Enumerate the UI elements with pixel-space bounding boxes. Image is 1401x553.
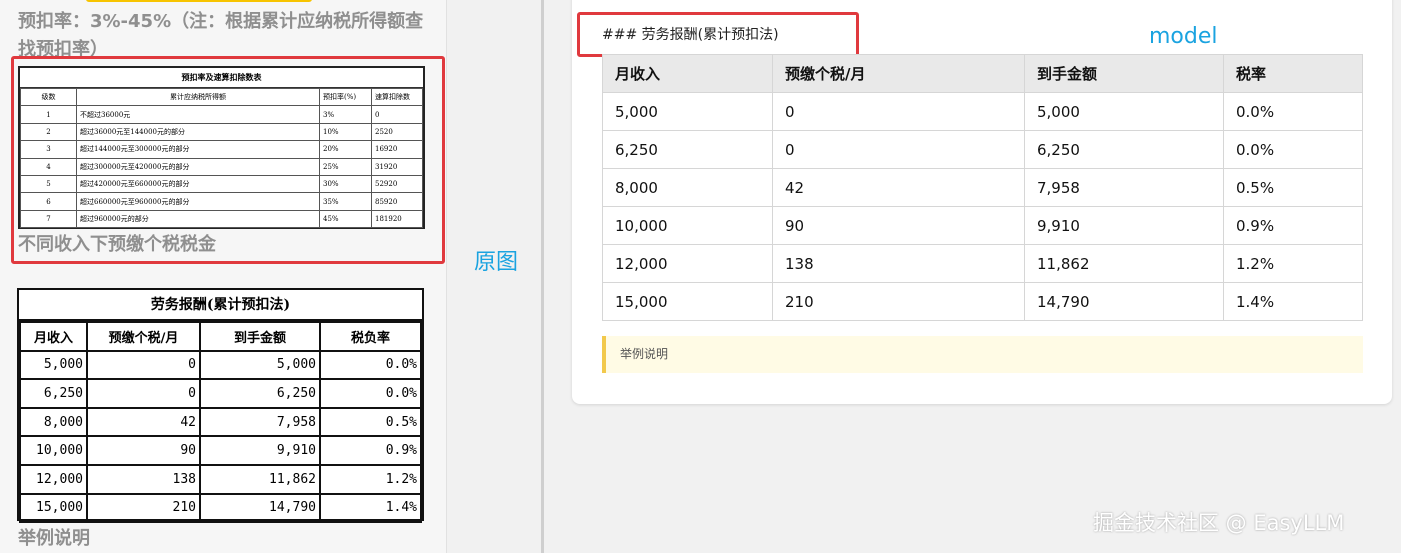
model-table-cell: 14,790 xyxy=(1024,282,1224,321)
model-label: model xyxy=(1149,24,1218,49)
original-payroll-cell: 5,000 xyxy=(199,349,321,381)
model-table-cell: 0.9% xyxy=(1223,206,1363,245)
model-table-cell: 6,250 xyxy=(1024,130,1224,169)
model-table-cell: 0 xyxy=(772,130,1025,169)
original-payroll-cell: 10,000 xyxy=(19,435,88,466)
model-table-header-cell: 到手金额 xyxy=(1024,54,1224,93)
highlight-bar xyxy=(86,0,312,2)
original-payroll-cell: 0.0% xyxy=(319,349,422,381)
original-payroll-grid: 月收入 预缴个税/月 到手金额 税负率 5,000 0 5,000 0.0% 6,250… xyxy=(19,321,422,524)
model-table-cell: 0.5% xyxy=(1223,168,1363,207)
model-table-cell: 5,000 xyxy=(602,92,773,131)
original-payroll-row: 8,000 42 7,958 0.5% xyxy=(19,406,422,438)
original-payroll-header-row: 月收入 预缴个税/月 到手金额 税负率 xyxy=(19,321,422,352)
model-table-cell: 138 xyxy=(772,244,1025,283)
model-table-cell: 0 xyxy=(772,92,1025,131)
model-table-header-row: 月收入 预缴个税/月 到手金额 税率 xyxy=(602,54,1363,93)
original-payroll-cell: 90 xyxy=(86,435,201,466)
original-payroll-cell: 0.9% xyxy=(319,435,422,466)
panel-divider xyxy=(541,0,544,553)
original-payroll-cell: 1.2% xyxy=(319,463,422,495)
original-payroll-row: 10,000 90 9,910 0.9% xyxy=(19,435,422,466)
original-payroll-cell: 9,910 xyxy=(199,435,321,466)
model-table-header-cell: 月收入 xyxy=(602,54,773,93)
original-payroll-row: 5,000 0 5,000 0.0% xyxy=(19,349,422,381)
model-table-row: 6,250 0 6,250 0.0% xyxy=(602,130,1363,169)
model-table-header-cell: 预缴个税/月 xyxy=(772,54,1025,93)
model-table-cell: 15,000 xyxy=(602,282,773,321)
model-table-cell: 42 xyxy=(772,168,1025,207)
model-table-header-cell: 税率 xyxy=(1223,54,1363,93)
model-table-cell: 8,000 xyxy=(602,168,773,207)
original-payroll-cell: 15,000 xyxy=(19,492,88,524)
original-payroll-cell: 8,000 xyxy=(19,406,88,438)
model-table-cell: 10,000 xyxy=(602,206,773,245)
model-table: 月收入 预缴个税/月 到手金额 税率 5,000 0 5,000 0.0% 6,250 0… xyxy=(602,54,1363,321)
model-table-row: 12,000 138 11,862 1.2% xyxy=(602,244,1363,283)
original-payroll-cell: 7,958 xyxy=(199,406,321,438)
model-table-row: 15,000 210 14,790 1.4% xyxy=(602,282,1363,321)
original-image-panel: 预扣率：3%-45%（注：根据累计应纳税所得额查找预扣率） 预扣率及速算扣除数表… xyxy=(0,0,447,553)
original-payroll-header-cell: 到手金额 xyxy=(199,321,321,352)
original-subheading: 不同收入下预缴个税税金 xyxy=(18,234,216,255)
original-payroll-cell: 12,000 xyxy=(19,463,88,495)
model-table-row: 5,000 0 5,000 0.0% xyxy=(602,92,1363,131)
model-table-cell: 5,000 xyxy=(1024,92,1224,131)
original-payroll-title: 劳务报酬(累计预扣法) xyxy=(19,290,422,321)
original-payroll-row: 6,250 0 6,250 0.0% xyxy=(19,378,422,409)
original-payroll-cell: 6,250 xyxy=(199,378,321,409)
original-payroll-cell: 6,250 xyxy=(19,378,88,409)
original-payroll-cell: 0.0% xyxy=(319,378,422,409)
original-payroll-cell: 0.5% xyxy=(319,406,422,438)
model-markdown-heading: ### 劳务报酬(累计预扣法) xyxy=(602,27,779,43)
model-blockquote: 举例说明 xyxy=(602,336,1363,373)
model-table-cell: 1.4% xyxy=(1223,282,1363,321)
original-payroll-cell: 11,862 xyxy=(199,463,321,495)
original-payroll-row: 12,000 138 11,862 1.2% xyxy=(19,463,422,495)
model-table-cell: 6,250 xyxy=(602,130,773,169)
model-table-cell: 210 xyxy=(772,282,1025,321)
model-table-cell: 1.2% xyxy=(1223,244,1363,283)
model-table-cell: 11,862 xyxy=(1024,244,1224,283)
original-payroll-table: 劳务报酬(累计预扣法) 月收入 预缴个税/月 到手金额 税负率 5,000 0 5,… xyxy=(17,288,424,524)
original-payroll-cell: 1.4% xyxy=(319,492,422,524)
original-payroll-cell: 138 xyxy=(86,463,201,495)
original-payroll-cell: 5,000 xyxy=(19,349,88,381)
model-table-cell: 90 xyxy=(772,206,1025,245)
original-payroll-cell: 42 xyxy=(86,406,201,438)
original-footer: 举例说明 xyxy=(18,528,90,549)
model-table-row: 10,000 90 9,910 0.9% xyxy=(602,206,1363,245)
original-payroll-row: 15,000 210 14,790 1.4% xyxy=(19,492,422,524)
model-table-cell: 7,958 xyxy=(1024,168,1224,207)
original-payroll-cell: 0 xyxy=(86,378,201,409)
model-table-row: 8,000 42 7,958 0.5% xyxy=(602,168,1363,207)
model-table-cell: 0.0% xyxy=(1223,92,1363,131)
original-payroll-header-cell: 月收入 xyxy=(19,321,88,352)
model-table-cell: 0.0% xyxy=(1223,130,1363,169)
original-payroll-header-cell: 税负率 xyxy=(319,321,422,352)
original-payroll-cell: 210 xyxy=(86,492,201,524)
original-label: 原图 xyxy=(474,250,519,275)
model-table-cell: 9,910 xyxy=(1024,206,1224,245)
watermark: 掘金技术社区 @ EasyLLM xyxy=(1093,511,1345,535)
original-payroll-cell: 14,790 xyxy=(199,492,321,524)
original-payroll-header-cell: 预缴个税/月 xyxy=(86,321,201,352)
original-payroll-cell: 0 xyxy=(86,349,201,381)
model-table-cell: 12,000 xyxy=(602,244,773,283)
